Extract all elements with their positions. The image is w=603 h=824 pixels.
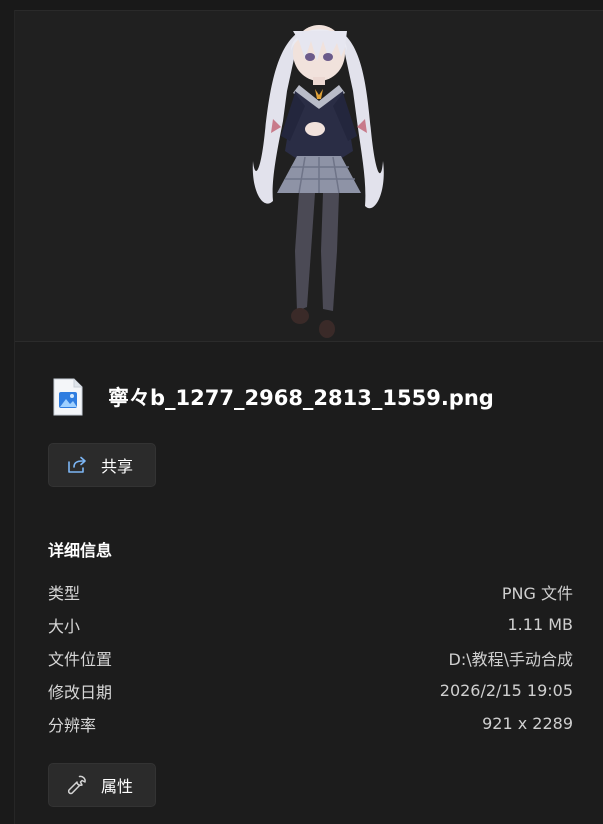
share-button-label: 共享 [101,457,134,476]
detail-row-location: 文件位置 D:\教程\手动合成 [48,641,573,674]
file-header: 寧々b_1277_2968_2813_1559.png [52,376,494,418]
detail-value: 1.11 MB [507,615,574,634]
details-pane: 寧々b_1277_2968_2813_1559.png 共享 详细信息 类型 P… [0,0,603,824]
detail-row-resolution: 分辨率 921 x 2289 [48,707,573,740]
details-list: 类型 PNG 文件 大小 1.11 MB 文件位置 D:\教程\手动合成 修改日… [48,575,573,740]
detail-value: 2026/2/15 19:05 [439,681,573,700]
detail-key: 分辨率 [48,715,97,735]
top-border [0,0,603,11]
detail-row-size: 大小 1.11 MB [48,608,573,641]
detail-value: D:\教程\手动合成 [448,649,574,669]
share-button[interactable]: 共享 [48,443,156,487]
detail-value: PNG 文件 [501,583,573,603]
image-preview [15,11,603,342]
detail-row-modified: 修改日期 2026/2/15 19:05 [48,674,573,707]
character-preview-image [252,25,384,338]
png-image-file-icon [53,378,83,416]
share-icon [65,453,89,477]
detail-row-type: 类型 PNG 文件 [48,575,573,608]
detail-value: 921 x 2289 [482,714,573,733]
properties-button-label: 属性 [101,777,134,796]
detail-key: 修改日期 [48,682,113,702]
details-section-title: 详细信息 [48,541,113,560]
properties-button[interactable]: 属性 [48,763,156,807]
wrench-icon [65,773,89,797]
file-name: 寧々b_1277_2968_2813_1559.png [108,386,494,410]
detail-key: 类型 [48,583,81,603]
pane-splitter[interactable] [0,10,15,824]
detail-key: 文件位置 [48,649,113,669]
detail-key: 大小 [48,616,81,636]
